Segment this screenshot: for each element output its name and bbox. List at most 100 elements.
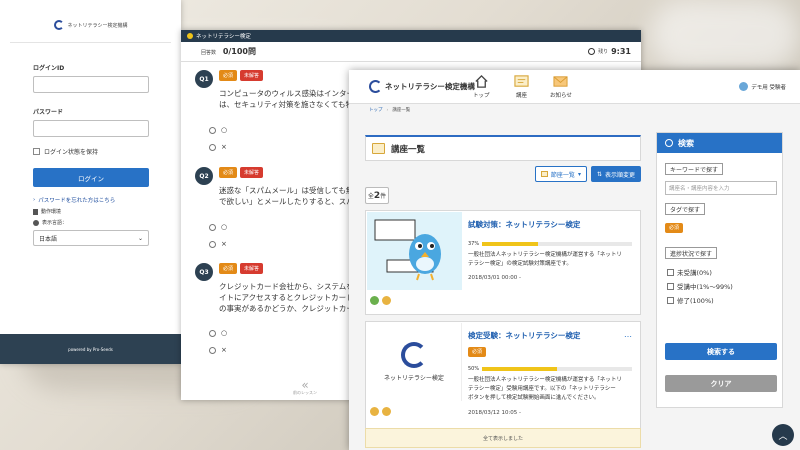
login-window: ネットリテラシー検定機構 ログインID パスワード ログイン状態を保持 ログイン… xyxy=(0,0,181,364)
remember-checkbox[interactable] xyxy=(33,148,40,155)
radio-button[interactable] xyxy=(209,240,216,248)
filter-done[interactable]: 修了(100%) xyxy=(667,295,714,305)
remember-login[interactable]: ログイン状態を保持 xyxy=(33,147,181,156)
course-type-icons xyxy=(370,407,391,416)
course-card[interactable]: ネットリテラシー検定 検定受験：ネットリテラシー検定 … 必須 50% 一般社団… xyxy=(365,321,641,431)
option-true[interactable]: ○ xyxy=(209,126,227,134)
option-false[interactable]: × xyxy=(209,346,227,354)
exam-status-bar: 回答数 0/100問 残り 9:31 xyxy=(181,42,641,62)
more-options-icon[interactable]: … xyxy=(624,330,632,339)
caret-down-icon: ▾ xyxy=(577,170,581,178)
required-badge: 必須 xyxy=(219,70,238,81)
globe-icon xyxy=(33,219,39,226)
exam-title-bar: ネットリテラシー検定 xyxy=(181,30,641,42)
page-title: 講座一覧 xyxy=(365,135,641,161)
progress-fill xyxy=(482,367,558,371)
search-icon xyxy=(665,139,673,147)
checkbox[interactable] xyxy=(667,282,674,290)
progress-track xyxy=(482,242,633,246)
search-panel: 検索 キーワードで探す 講座名・講座内容を入力 タグで探す 必須 進捗状況で探す… xyxy=(656,132,783,408)
scroll-to-top-button[interactable]: ︿ xyxy=(772,424,794,446)
course-header: ネットリテラシー検定機構 トップ 講座 お知らせ デモ用 受験者 xyxy=(349,70,800,104)
login-footer: powered by Pro-Seeds xyxy=(0,334,181,364)
home-icon xyxy=(475,74,488,88)
course-type-icons xyxy=(370,296,391,305)
nav-news[interactable]: お知らせ xyxy=(550,74,572,99)
course-title[interactable]: 検定受験：ネットリテラシー検定 xyxy=(468,330,580,341)
language-select[interactable]: 日本語 ⌄ xyxy=(33,230,149,246)
course-list: 講座一覧 節座一覧 ▾ ⇅ 表示順変更 全2件 試験対策：ネットリテラシー検定 … xyxy=(365,135,641,431)
display-mode-button[interactable]: 節座一覧 ▾ xyxy=(534,166,587,182)
question-number: Q2 xyxy=(195,167,213,185)
course-thumbnail[interactable]: ネットリテラシー検定 xyxy=(367,323,462,401)
required-badge: 必須 xyxy=(219,167,238,178)
all-shown-notice: 全て表示しました xyxy=(365,428,641,448)
exam-type-icon xyxy=(370,296,379,305)
background-blur xyxy=(650,0,800,70)
nav-courses[interactable]: 講座 xyxy=(514,74,529,99)
envelope-icon xyxy=(553,76,568,87)
progress-fill xyxy=(482,242,538,246)
bird-mascot-icon xyxy=(374,219,441,281)
breadcrumb: トップ › 講座一覧 xyxy=(349,104,800,116)
avatar xyxy=(739,82,749,91)
option-true[interactable]: ○ xyxy=(209,223,227,231)
unanswered-badge: 未解答 xyxy=(240,167,264,178)
breadcrumb-home[interactable]: トップ xyxy=(369,107,383,113)
course-thumbnail[interactable] xyxy=(367,212,462,290)
search-button[interactable]: 検索する xyxy=(665,343,777,360)
brand-logo[interactable]: ネットリテラシー検定機構 xyxy=(369,80,475,93)
user-menu[interactable]: デモ用 受験者 xyxy=(739,82,786,91)
login-logo: ネットリテラシー検定機構 xyxy=(0,18,181,32)
course-description: 一般社団法人ネットリテラシー検定機構が運営する「ネットリ テラシー検定」の検定試… xyxy=(468,252,622,267)
breadcrumb-separator: › xyxy=(386,107,389,113)
timer: 残り 9:31 xyxy=(588,47,631,56)
keyword-input[interactable]: 講座名・講座内容を入力 xyxy=(665,181,777,195)
question-number: Q3 xyxy=(195,263,213,281)
course-card[interactable]: 試験対策：ネットリテラシー検定 37% 一般社団法人ネットリテラシー検定機構が運… xyxy=(365,210,641,315)
forgot-password-link[interactable]: › パスワードを忘れた方はこちら xyxy=(33,196,181,204)
result-count: 全2件 xyxy=(365,187,389,204)
login-button[interactable]: ログイン xyxy=(33,168,149,187)
option-true[interactable]: ○ xyxy=(209,329,227,337)
lesson-type-icon xyxy=(382,407,391,416)
clear-button[interactable]: クリア xyxy=(665,375,777,392)
required-badge: 必須 xyxy=(468,347,487,357)
remaining-time: 9:31 xyxy=(611,47,631,56)
lesson-type-icon xyxy=(382,296,391,305)
password-label: パスワード xyxy=(33,109,64,116)
option-false[interactable]: × xyxy=(209,143,227,151)
login-id-label: ログインID xyxy=(33,65,65,72)
option-false[interactable]: × xyxy=(209,240,227,248)
sort-order-button[interactable]: ⇅ 表示順変更 xyxy=(590,166,641,182)
radio-button[interactable] xyxy=(209,126,216,134)
sort-arrows-icon: ⇅ xyxy=(596,170,602,178)
radio-button[interactable] xyxy=(209,143,216,151)
course-title[interactable]: 試験対策：ネットリテラシー検定 xyxy=(468,219,580,230)
environment-link[interactable]: 動作環境 xyxy=(33,208,181,215)
radio-button[interactable] xyxy=(209,346,216,354)
unanswered-badge: 未解答 xyxy=(240,263,264,274)
lesson-type-icon xyxy=(370,407,379,416)
filter-in-progress[interactable]: 受講中(1%〜99%) xyxy=(667,281,733,291)
breadcrumb-current: 講座一覧 xyxy=(392,108,411,113)
chevron-down-icon: ⌄ xyxy=(137,234,143,242)
app-dot-icon xyxy=(187,33,193,39)
logo-swirl-icon xyxy=(53,20,64,30)
tag-required[interactable]: 必須 xyxy=(665,223,684,233)
logo-swirl-icon xyxy=(401,342,427,368)
filter-not-started[interactable]: 未受講(0%) xyxy=(667,267,712,277)
nav-top[interactable]: トップ xyxy=(473,74,490,99)
checkbox[interactable] xyxy=(667,268,674,276)
unanswered-badge: 未解答 xyxy=(240,70,264,81)
answer-count-label: 回答数 xyxy=(201,50,217,56)
search-header: 検索 xyxy=(657,133,782,153)
radio-button[interactable] xyxy=(209,329,216,337)
previous-lesson-button[interactable]: « 前のレッスン xyxy=(293,379,317,396)
checkbox[interactable] xyxy=(667,296,674,304)
password-input[interactable] xyxy=(33,120,149,137)
divider xyxy=(10,42,171,43)
radio-button[interactable] xyxy=(209,223,216,231)
course-progress: 37% xyxy=(468,241,633,247)
login-id-input[interactable] xyxy=(33,76,149,93)
